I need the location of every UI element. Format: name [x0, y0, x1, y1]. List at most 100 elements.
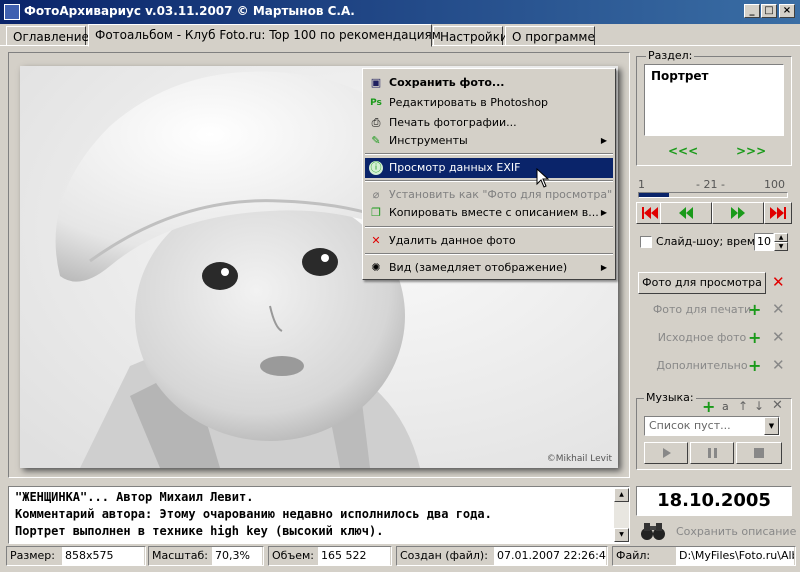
photo-slot-extra[interactable]: Дополнительно — [638, 356, 766, 378]
status-created-value: 07.01.2007 22:26:48 — [494, 547, 606, 565]
add-original-icon[interactable]: + — [748, 330, 761, 346]
section-value: Портрет — [651, 69, 709, 83]
photo-slider-track[interactable] — [638, 192, 788, 198]
delete-icon: ✕ — [371, 234, 381, 247]
menu-separator — [365, 153, 613, 155]
description-line-3: Портрет выполнен в технике high key (выс… — [15, 524, 384, 538]
status-file-value: D:\MyFiles\Foto.ru\Alb — [676, 547, 794, 565]
playlist-select[interactable]: Список пуст... — [644, 416, 780, 436]
section-box[interactable]: Портрет — [644, 64, 784, 136]
next-icon — [731, 207, 745, 219]
info-icon: ⓘ — [369, 161, 383, 175]
title-bar[interactable]: ФотоАрхивариус v.03.11.2007 © Мартынов С… — [0, 0, 800, 24]
music-remove-icon[interactable]: ✕ — [772, 398, 783, 413]
remove-original-icon[interactable]: ✕ — [772, 330, 785, 345]
menu-separator — [365, 253, 613, 255]
remove-extra-icon[interactable]: ✕ — [772, 358, 785, 373]
printer-icon: ⎙ — [371, 116, 381, 129]
menu-item-exif[interactable]: ⓘ Просмотр данных EXIF — [365, 158, 613, 178]
music-play-button[interactable] — [644, 442, 688, 464]
menu-item-view[interactable]: ✺ Вид (замедляет отображение) ▶ — [365, 258, 613, 278]
menu-separator — [365, 226, 613, 228]
submenu-arrow-icon: ▶ — [600, 136, 607, 145]
save-description-button[interactable]: Сохранить описание — [676, 525, 796, 538]
photo-slot-print[interactable]: Фото для печати — [638, 300, 766, 322]
menu-item-delete[interactable]: ✕ Удалить данное фото — [365, 231, 613, 251]
context-menu: ▣ Сохранить фото... Ps Редактировать в P… — [362, 68, 616, 280]
photo-date: 18.10.2005 — [636, 486, 792, 516]
description-box[interactable]: "ЖЕНЩИНКА"... Автор Михаил Левит. Коммен… — [8, 486, 630, 544]
photo-slot-original[interactable]: Исходное фото — [638, 328, 766, 350]
slideshow-time-input[interactable]: 10 — [754, 233, 774, 251]
slider-min: 1 — [638, 178, 645, 191]
save-icon: ▣ — [370, 76, 382, 89]
description-scrollbar[interactable]: ▲ ▼ — [614, 488, 629, 542]
maximize-button[interactable]: □ — [761, 4, 777, 18]
spin-down-button[interactable]: ▼ — [774, 242, 788, 251]
mouse-cursor-icon — [536, 168, 550, 188]
description-line-1: "ЖЕНЩИНКА"... Автор Михаил Левит. — [15, 490, 254, 504]
add-music-icon[interactable]: + — [702, 399, 715, 415]
menu-item-copy-with-description[interactable]: ❐ Копировать вместе с описанием в... ▶ — [365, 203, 613, 223]
slider-current: - 21 - — [696, 178, 725, 191]
next-photo-button[interactable] — [712, 202, 764, 224]
music-pause-button[interactable] — [690, 442, 734, 464]
submenu-arrow-icon: ▶ — [600, 208, 607, 217]
spin-up-button[interactable]: ▲ — [774, 233, 788, 242]
photo-watermark: ©Mikhail Levit — [546, 454, 612, 464]
last-icon — [770, 207, 786, 219]
submenu-arrow-icon: ▶ — [600, 263, 607, 272]
menu-item-save[interactable]: ▣ Сохранить фото... — [365, 73, 613, 93]
minimize-button[interactable]: _ — [744, 4, 760, 18]
music-down-icon[interactable]: ↓ — [754, 399, 764, 413]
slider-max: 100 — [764, 178, 785, 191]
menu-item-photoshop[interactable]: Ps Редактировать в Photoshop — [365, 93, 613, 113]
play-icon — [663, 448, 671, 458]
menu-item-print[interactable]: ⎙ Печать фотографии... — [365, 113, 613, 133]
remove-print-icon[interactable]: ✕ — [772, 302, 785, 317]
slideshow-checkbox[interactable] — [640, 236, 652, 248]
tab-about[interactable]: О программе — [505, 26, 595, 46]
music-up-icon[interactable]: ↑ — [738, 399, 748, 413]
description-line-2: Комментарий автора: Этому очарованию нед… — [15, 507, 492, 521]
pin-icon: ⌀ — [372, 188, 380, 201]
scroll-up-button[interactable]: ▲ — [614, 488, 629, 502]
tools-icon: ✎ — [371, 134, 381, 147]
tab-settings[interactable]: Настройки — [433, 26, 508, 46]
section-label: Раздел: — [646, 49, 695, 62]
photoshop-icon: Ps — [370, 98, 382, 108]
music-letter-button[interactable]: a — [722, 400, 729, 413]
pause-icon — [708, 448, 717, 458]
stop-icon — [754, 448, 764, 458]
remove-view-icon[interactable]: ✕ — [772, 275, 785, 290]
add-extra-icon[interactable]: + — [748, 358, 761, 374]
status-scale-value: 70,3% — [212, 547, 262, 565]
section-next-button[interactable]: >>> — [736, 144, 766, 158]
menu-separator — [365, 180, 613, 182]
prev-photo-button[interactable] — [660, 202, 712, 224]
close-button[interactable]: × — [779, 4, 795, 18]
section-prev-button[interactable]: <<< — [668, 144, 698, 158]
status-volume-value: 165 522 — [318, 547, 390, 565]
menu-item-set-preview[interactable]: ⌀ Установить как "Фото для просмотра" — [365, 185, 613, 205]
music-stop-button[interactable] — [736, 442, 782, 464]
scroll-down-button[interactable]: ▼ — [614, 528, 629, 542]
slideshow-label: Слайд-шоу; время: — [656, 235, 766, 248]
music-label: Музыка: — [644, 391, 696, 404]
window-title: ФотоАрхивариус v.03.11.2007 © Мартынов С… — [24, 4, 355, 18]
photo-slider-fill — [639, 193, 669, 197]
copy-icon: ❐ — [371, 206, 381, 219]
status-size-value: 858x575 — [62, 547, 144, 565]
prev-icon — [679, 207, 693, 219]
binoculars-icon[interactable] — [640, 520, 666, 542]
tab-contents[interactable]: Оглавление — [6, 26, 89, 46]
playlist-dropdown-icon[interactable]: ▼ — [764, 417, 779, 435]
app-icon — [4, 4, 20, 20]
menu-item-tools[interactable]: ✎ Инструменты ▶ — [365, 131, 613, 151]
add-print-icon[interactable]: + — [748, 302, 761, 318]
tab-photo-album[interactable]: Фотоальбом - Клуб Foto.ru: Top 100 по ре… — [88, 24, 441, 47]
photo-slot-view[interactable]: Фото для просмотра — [638, 272, 766, 294]
app-window: ФотоАрхивариус v.03.11.2007 © Мартынов С… — [0, 0, 800, 572]
view-icon: ✺ — [371, 261, 381, 274]
last-photo-button[interactable] — [764, 202, 792, 224]
